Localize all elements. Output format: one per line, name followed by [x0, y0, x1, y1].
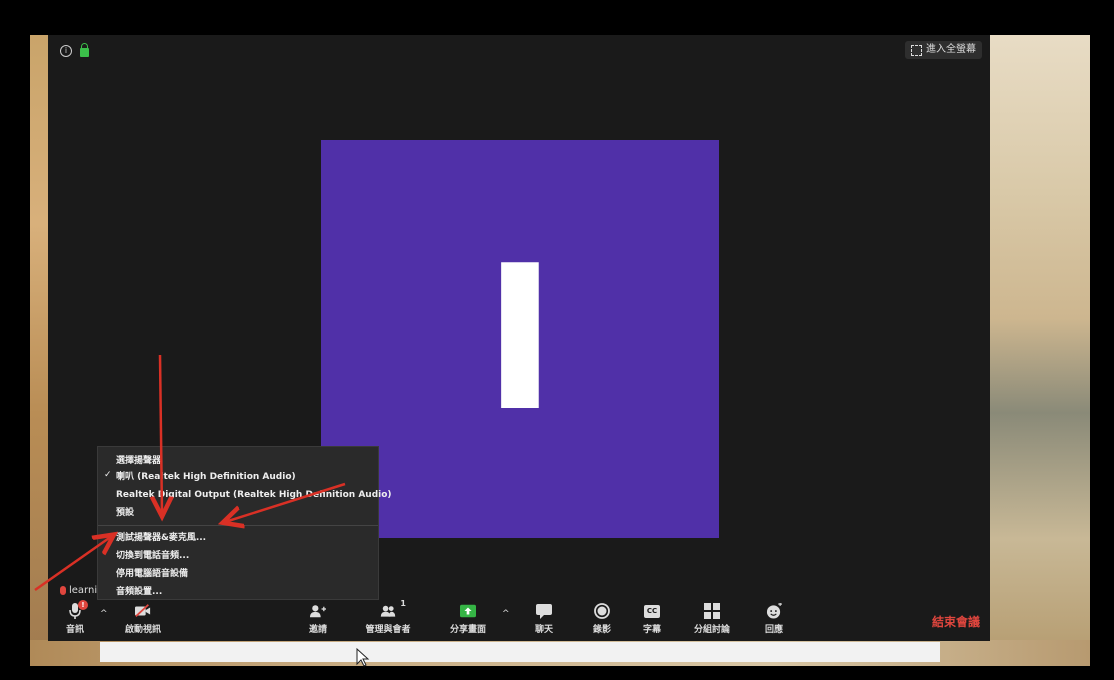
mouse-cursor-icon — [356, 647, 370, 667]
arrow-up-to-test-item — [34, 536, 112, 592]
annotation-arrows — [34, 354, 370, 667]
arrow-down-to-test-item — [160, 354, 162, 514]
desktop-background: i 進入全螢幕 I learning 選擇揚聲器 喇叭 (Realtek Hig… — [0, 0, 1114, 680]
arrow-left-to-test-item — [225, 482, 346, 522]
